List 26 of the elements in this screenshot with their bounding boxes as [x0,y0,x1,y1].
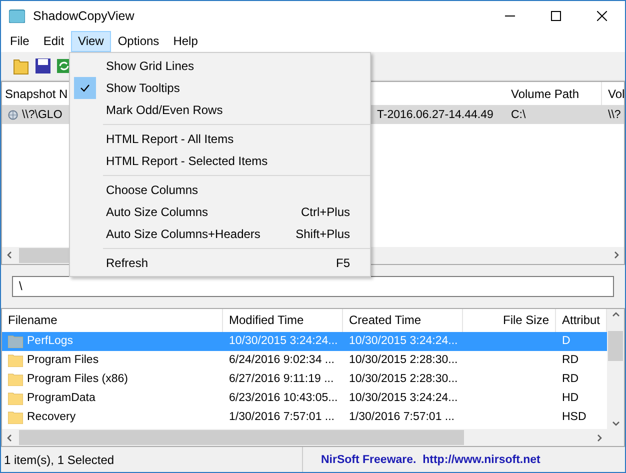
table-cell-text: 10/30/2015 2:28:30... [348,353,459,368]
table-cell-text: D [561,334,572,350]
table-cell: PerfLogs [2,332,223,351]
table-cell-text: \\? [607,108,622,122]
table-cell-text: 10/30/2015 3:24:24... [228,334,339,350]
table-cell-text: T-2016.06.27-14.44.49 [376,108,494,122]
window-title: ShadowCopyView [33,9,136,23]
table-cell: Program Files (x86) [2,370,223,389]
table-cell-text: 6/27/2016 9:11:19 ... [228,372,335,388]
status-text: 1 item(s), 1 Selected [1,447,303,472]
table-cell-text: 10/30/2015 3:24:24... [348,334,459,350]
table-cell-text: 10/30/2015 2:28:30... [348,372,459,388]
table-cell: ProgramData [2,388,223,408]
table-cell-text: HD [561,391,580,406]
table-cell-text: 10/30/2015 3:24:24... [348,391,459,406]
table-cell-text: HSD [561,410,588,426]
table-cell: Program Files [2,350,223,370]
table-cell-text: 6/23/2016 10:43:05... [228,391,339,406]
table-cell-text: 1/30/2016 7:57:01 ... [228,410,336,426]
table-cell-text: 1/30/2016 7:57:01 ... [348,410,456,426]
table-cell: Recovery [2,408,223,427]
table-cell-text: RD [561,353,580,368]
table-cell-text: RD [561,372,580,388]
table-cell-text: 6/24/2016 9:02:34 ... [228,353,336,368]
credit-text: NirSoft Freeware. http://www.nirsoft.net [320,454,540,466]
table-cell-text: C:\ [510,108,527,122]
